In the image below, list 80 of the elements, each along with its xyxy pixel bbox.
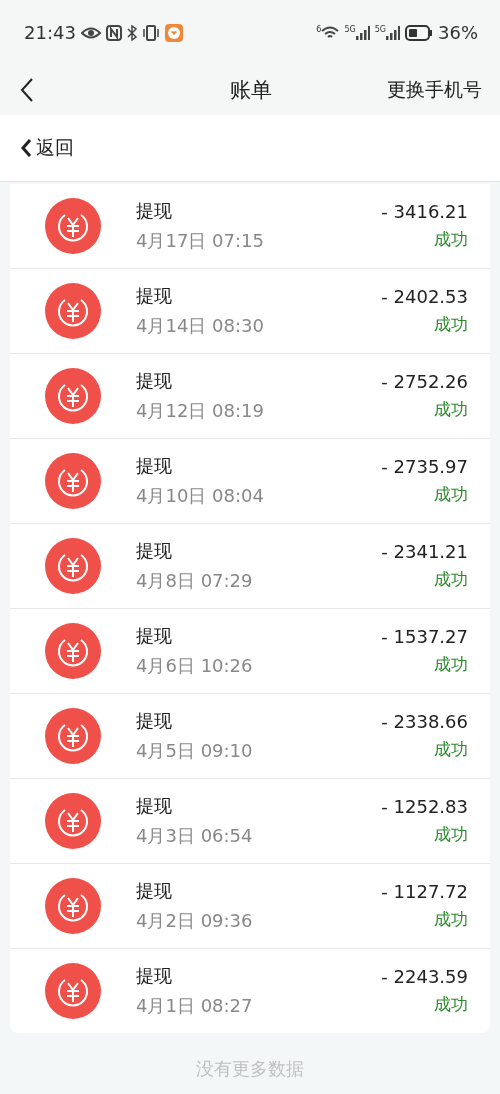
transaction-date: 4月1日 08:27 [136, 994, 254, 1018]
transaction-title: 提现 [136, 199, 173, 223]
transaction-amount: - 1127.72 [381, 881, 468, 902]
signal-icon [386, 25, 400, 40]
transaction-row[interactable]: 提现 4月1日 08:27 - 2243.59 成功 [10, 949, 490, 1033]
transaction-status: 成功 [434, 568, 468, 591]
page-title: 账单 [230, 77, 272, 104]
transaction-status: 成功 [434, 908, 468, 931]
transaction-amount: - 3416.21 [381, 201, 468, 222]
transaction-date: 4月8日 07:29 [136, 569, 254, 593]
transaction-amount: - 2735.97 [381, 456, 468, 477]
transaction-status: 成功 [434, 228, 468, 251]
clock-time: 21:43 [24, 22, 76, 43]
yuan-coin-icon [45, 538, 101, 594]
transaction-date: 4月17日 07:15 [136, 229, 265, 253]
chevron-left-icon [20, 78, 34, 102]
transaction-row[interactable]: 提现 4月12日 08:19 - 2752.26 成功 [10, 354, 490, 439]
vibrate-icon [141, 24, 160, 41]
transaction-status: 成功 [434, 738, 468, 761]
transaction-amount: - 2752.26 [381, 371, 468, 392]
yuan-coin-icon [45, 793, 101, 849]
transaction-amount: - 2338.66 [381, 711, 468, 732]
transaction-row[interactable]: 提现 4月5日 09:10 - 2338.66 成功 [10, 694, 490, 779]
eye-icon [80, 25, 101, 40]
network-label: 5G [374, 25, 386, 34]
transaction-row[interactable]: 提现 4月14日 08:30 - 2402.53 成功 [10, 269, 490, 354]
yuan-coin-icon [45, 283, 101, 339]
transaction-title: 提现 [136, 624, 173, 648]
transaction-status: 成功 [434, 823, 468, 846]
yuan-coin-icon [45, 623, 101, 679]
yuan-coin-icon [45, 368, 101, 424]
transaction-status: 成功 [434, 313, 468, 336]
transaction-title: 提现 [136, 369, 173, 393]
transaction-status: 成功 [434, 993, 468, 1016]
yuan-coin-icon [45, 198, 101, 254]
transaction-row[interactable]: 提现 4月6日 10:26 - 1537.27 成功 [10, 609, 490, 694]
network-label: 6 [316, 25, 322, 34]
transaction-date: 4月14日 08:30 [136, 314, 265, 338]
yuan-coin-icon [45, 963, 101, 1019]
transaction-title: 提现 [136, 284, 173, 308]
transaction-title: 提现 [136, 879, 173, 903]
transaction-row[interactable]: 提现 4月17日 07:15 - 3416.21 成功 [10, 184, 490, 269]
transaction-row[interactable]: 提现 4月8日 07:29 - 2341.21 成功 [10, 524, 490, 609]
transaction-status: 成功 [434, 483, 468, 506]
transaction-date: 4月2日 09:36 [136, 909, 254, 933]
transaction-title: 提现 [136, 454, 173, 478]
transaction-title: 提现 [136, 964, 173, 988]
chevron-left-icon [20, 138, 32, 158]
heart-app-icon [164, 23, 183, 42]
transaction-status: 成功 [434, 653, 468, 676]
transaction-amount: - 2243.59 [381, 966, 468, 987]
yuan-coin-icon [45, 453, 101, 509]
bluetooth-icon [126, 24, 137, 41]
nfc-icon [105, 24, 122, 41]
transaction-amount: - 1537.27 [381, 626, 468, 647]
transaction-date: 4月5日 09:10 [136, 739, 254, 763]
network-label: 5G [344, 25, 356, 34]
transaction-row[interactable]: 提现 4月10日 08:04 - 2735.97 成功 [10, 439, 490, 524]
battery-percentage: 36% [438, 22, 478, 43]
back-link[interactable]: 返回 [20, 135, 74, 161]
signal-icon [355, 25, 370, 40]
transaction-date: 4月3日 06:54 [136, 824, 254, 848]
transaction-date: 4月6日 10:26 [136, 654, 254, 678]
transaction-amount: - 1252.83 [381, 796, 468, 817]
transaction-amount: - 2402.53 [381, 286, 468, 307]
transaction-title: 提现 [136, 709, 173, 733]
transaction-date: 4月12日 08:19 [136, 399, 265, 423]
transaction-status: 成功 [434, 398, 468, 421]
yuan-coin-icon [45, 878, 101, 934]
back-button[interactable] [20, 78, 34, 102]
battery-icon [405, 24, 433, 41]
wifi-icon [321, 25, 340, 40]
transaction-date: 4月10日 08:04 [136, 484, 265, 508]
transaction-amount: - 2341.21 [381, 541, 468, 562]
yuan-coin-icon [45, 708, 101, 764]
transaction-row[interactable]: 提现 4月3日 06:54 - 1252.83 成功 [10, 779, 490, 864]
transaction-title: 提现 [136, 794, 173, 818]
transaction-row[interactable]: 提现 4月2日 09:36 - 1127.72 成功 [10, 864, 490, 949]
transaction-title: 提现 [136, 539, 173, 563]
change-phone-link[interactable]: 更换手机号 [387, 77, 482, 103]
